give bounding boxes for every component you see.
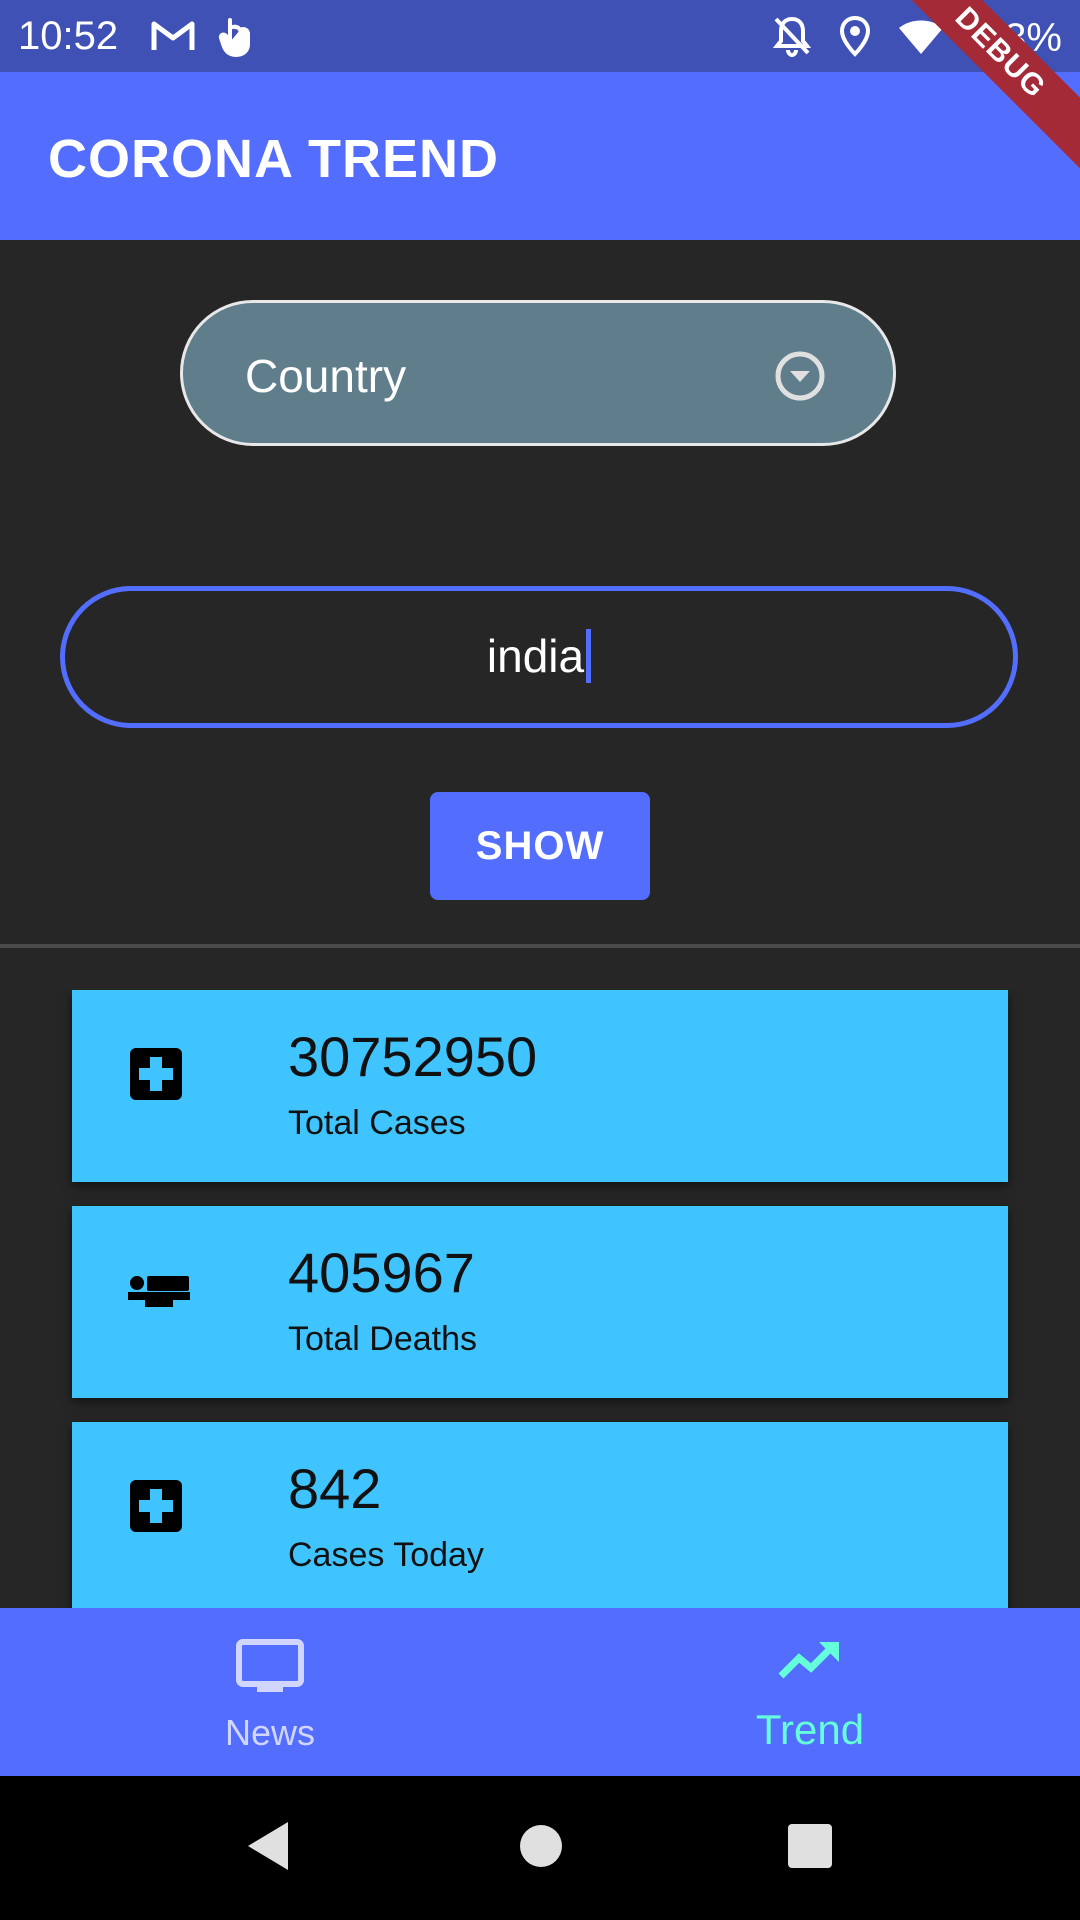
touch-icon bbox=[218, 14, 254, 63]
status-bar: 10:52 3% bbox=[0, 0, 1080, 72]
status-time: 10:52 bbox=[18, 14, 119, 58]
dropdown-circle-icon bbox=[773, 349, 827, 408]
nav-label-news: News bbox=[224, 1712, 316, 1753]
stats-list[interactable]: 30752950 Total Cases 405967 Total Deaths… bbox=[0, 990, 1080, 1608]
notifications-off-icon bbox=[772, 15, 812, 62]
stat-label: Total Cases bbox=[288, 1104, 466, 1142]
show-button[interactable]: SHOW bbox=[430, 792, 650, 900]
stat-value: 842 bbox=[288, 1457, 382, 1520]
stat-value: 405967 bbox=[288, 1241, 475, 1304]
search-text: india bbox=[65, 628, 1013, 687]
hotel-bed-icon bbox=[128, 1262, 190, 1317]
gmail-icon bbox=[150, 16, 196, 61]
app-bar: CORONA TREND bbox=[0, 72, 1080, 240]
divider bbox=[0, 944, 1080, 948]
home-icon[interactable] bbox=[518, 1820, 564, 1877]
country-dropdown[interactable]: Country bbox=[180, 300, 896, 446]
trending-up-icon bbox=[777, 1638, 843, 1687]
recents-icon[interactable] bbox=[786, 1820, 834, 1877]
tv-icon bbox=[235, 1638, 305, 1701]
stat-value: 30752950 bbox=[288, 1025, 538, 1088]
total-deaths-card: 405967 Total Deaths bbox=[72, 1206, 1008, 1398]
total-cases-card: 30752950 Total Cases bbox=[72, 990, 1008, 1182]
back-icon[interactable] bbox=[244, 1820, 292, 1877]
stat-label: Total Deaths bbox=[288, 1320, 477, 1358]
medical-cross-icon bbox=[128, 1046, 184, 1107]
nav-label-trend: Trend bbox=[755, 1706, 865, 1753]
stat-label: Cases Today bbox=[288, 1536, 484, 1574]
text-caret bbox=[586, 628, 592, 683]
nav-item-news[interactable]: News bbox=[0, 1608, 540, 1776]
country-search-input[interactable]: india bbox=[60, 586, 1018, 728]
app-screen: 10:52 3% CORONA TREND DEBUG Country indi… bbox=[0, 0, 1080, 1920]
dropdown-label: Country bbox=[245, 350, 407, 402]
app-title: CORONA TREND bbox=[48, 129, 499, 189]
location-icon bbox=[839, 15, 871, 62]
medical-cross-icon bbox=[128, 1478, 184, 1539]
status-left-icons bbox=[150, 14, 254, 63]
nav-item-trend[interactable]: Trend bbox=[540, 1608, 1080, 1776]
cases-today-card: 842 Cases Today bbox=[72, 1422, 1008, 1608]
bottom-navigation: News Trend bbox=[0, 1608, 1080, 1776]
search-value: india bbox=[486, 630, 585, 682]
system-navigation-bar bbox=[0, 1776, 1080, 1920]
